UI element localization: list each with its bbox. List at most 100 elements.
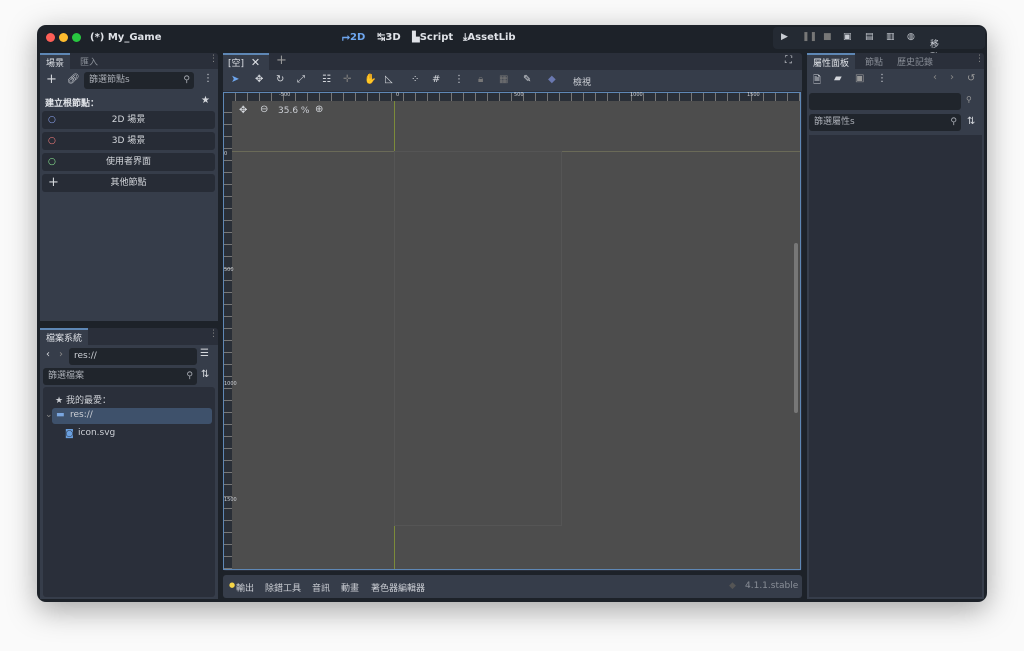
tab-shader-editor[interactable]: 著色器編輯器 — [371, 581, 425, 594]
scale-icon[interactable]: ⤢ — [297, 74, 305, 85]
tab-animation[interactable]: 動畫 — [341, 581, 359, 594]
view-menu[interactable]: 檢視 — [573, 75, 591, 88]
sort-icon[interactable]: ⇅ — [201, 369, 209, 380]
update-spinner-icon: ◆ — [729, 581, 736, 591]
output-dot-icon: ● — [229, 581, 236, 589]
zoom-out-icon[interactable]: ⊖ — [260, 104, 268, 115]
canvas-toolbar: ➤ ✥ ↻ ⤢ ☷ ✛ ✋ ◺ ⁘ # ⋮ 🔒︎ ▦ ✎ ◆ 檢視 — [223, 70, 802, 91]
close-window-button[interactable] — [46, 33, 55, 42]
mode-assetlib[interactable]: ⤓AssetLib — [463, 32, 516, 43]
tree-item-icon-svg[interactable]: icon.svg — [78, 428, 115, 438]
center-view-icon[interactable]: ✥ — [239, 105, 247, 116]
collapse-icon[interactable]: ⌄ — [45, 410, 53, 420]
property-filter-input[interactable]: 篩選屬性s ⚲ — [809, 114, 961, 131]
node-3d-scene-button[interactable]: ○ 3D 場景 — [42, 132, 215, 150]
pan-icon[interactable]: ✋ — [364, 74, 376, 85]
save-icon[interactable]: ▣ — [855, 73, 864, 84]
play-icon[interactable]: ▶ — [781, 32, 788, 42]
close-icon[interactable]: ✕ — [251, 56, 260, 69]
forward-icon[interactable]: › — [59, 349, 63, 360]
new-resource-icon[interactable]: 🗎︎ — [813, 73, 821, 90]
play-scene-icon[interactable]: ▤ — [865, 32, 874, 42]
zoom-level[interactable]: 35.6 % — [278, 106, 309, 116]
godot-icon: ◙ — [65, 429, 74, 439]
node-filter-input[interactable]: 篩選節點s ⚲ — [84, 72, 194, 89]
viewport[interactable]: -500 0 500 1000 1500 0 500 1000 1500 ✥ ⊖… — [223, 92, 801, 570]
dock-menu-icon[interactable]: ⋮ — [209, 54, 218, 64]
chevron-down-icon: ⌄ — [930, 37, 938, 47]
doc-search-icon[interactable]: ⚲ — [966, 95, 972, 104]
window-title: (*) My_Game — [90, 32, 162, 43]
tab-audio[interactable]: 音訊 — [312, 581, 330, 594]
star-icon[interactable]: ★ — [201, 95, 210, 106]
more-icon[interactable]: ⋮ — [203, 73, 213, 84]
tab-scene[interactable]: 場景 — [40, 53, 71, 69]
node-other-button[interactable]: + 其他節點 — [42, 174, 215, 192]
open-folder-icon[interactable]: ▰ — [834, 73, 842, 84]
dock-menu-icon[interactable]: ⋮ — [975, 54, 984, 64]
tab-debugger[interactable]: 除錯工具 — [265, 581, 301, 594]
add-node-icon[interactable]: + — [46, 72, 57, 87]
pause-icon[interactable]: ❚❚ — [802, 32, 817, 42]
play-custom-scene-icon[interactable]: ▥ — [886, 32, 895, 42]
link-icon[interactable]: 🔗︎ — [67, 74, 80, 85]
object-path-field[interactable] — [809, 93, 961, 110]
dock-menu-icon[interactable]: ⋮ — [209, 329, 218, 339]
editor-area: [空] ✕ + ⛶ ➤ ✥ ↻ ⤢ ☷ ✛ ✋ ◺ ⁘ # ⋮ 🔒︎ ▦ ✎ ◆… — [223, 53, 802, 571]
smart-snap-icon[interactable]: ⁘ — [411, 74, 419, 85]
node-ui-button[interactable]: ○ 使用者界面 — [42, 153, 215, 171]
back-icon[interactable]: ‹ — [46, 349, 50, 360]
tree-item-res[interactable]: ▬ res:// — [52, 408, 212, 424]
more-icon[interactable]: ⋮ — [877, 73, 887, 84]
move-icon[interactable]: ✥ — [255, 74, 263, 85]
zoom-in-icon[interactable]: ⊕ — [315, 104, 323, 115]
scrollbar[interactable] — [794, 243, 798, 413]
split-view-icon[interactable]: ☰ — [200, 348, 209, 359]
favorites-row: ★ 我的最愛： — [55, 396, 111, 406]
scene-tab[interactable]: [空] ✕ — [223, 53, 269, 70]
history-icon[interactable]: ↺ — [967, 73, 975, 84]
run-toolbar: ▶ ❚❚ ■ ▣ ▤ ▥ ◍ 移動裝置 ⌄ — [773, 27, 985, 89]
tab-output[interactable]: 輸出 — [236, 581, 254, 594]
lock-icon[interactable]: 🔒︎ — [478, 74, 483, 85]
movie-maker-icon[interactable]: ◍ — [907, 32, 915, 42]
forward-icon[interactable]: › — [950, 72, 954, 83]
stop-icon[interactable]: ■ — [823, 32, 832, 42]
tab-filesystem[interactable]: 檔案系統 — [40, 328, 89, 345]
circle-icon: ○ — [48, 115, 56, 125]
minimize-window-button[interactable] — [59, 33, 68, 42]
bone-icon[interactable]: ✎ — [523, 74, 531, 85]
mode-3d[interactable]: ↹3D — [377, 32, 401, 43]
scene-dock: 場景 匯入 ⋮ + 🔗︎ 篩選節點s ⚲ ⋮ 建立根節點： ★ ○ 2D 場景 ○ 3… — [40, 53, 218, 321]
tab-history[interactable]: 歷史記錄 — [897, 55, 933, 68]
ruler-icon[interactable]: ◺ — [385, 74, 393, 85]
pivot-icon[interactable]: ✛ — [343, 74, 351, 85]
maximize-window-button[interactable] — [72, 33, 81, 42]
rotate-icon[interactable]: ↻ — [276, 74, 284, 85]
node-2d-scene-button[interactable]: ○ 2D 場景 — [42, 111, 215, 129]
file-tree: ★ 我的最愛： ▬ res:// ⌄ ◙ icon.svg — [43, 387, 215, 597]
tab-node[interactable]: 節點 — [865, 55, 883, 68]
remote-debug-icon[interactable]: ▣ — [843, 32, 852, 42]
select-icon[interactable]: ➤ — [231, 74, 239, 85]
sort-icon[interactable]: ⇅ — [967, 116, 975, 127]
group-icon[interactable]: ▦ — [499, 74, 508, 85]
list-select-icon[interactable]: ☷ — [322, 74, 331, 85]
mode-2d[interactable]: ⮣2D — [342, 32, 365, 43]
tab-import[interactable]: 匯入 — [80, 55, 98, 68]
tab-inspector[interactable]: 屬性面板 — [807, 53, 856, 69]
bottom-panel: ● 輸出 除錯工具 音訊 動畫 著色器編輯器 ◆ 4.1.1.stable — [223, 575, 802, 598]
add-tab-icon[interactable]: + — [276, 53, 287, 68]
mode-script[interactable]: ▙Script — [412, 32, 453, 43]
file-filter-input[interactable]: 篩選檔案 ⚲ — [43, 368, 197, 385]
fullscreen-icon[interactable]: ⛶ — [785, 55, 792, 66]
more-icon[interactable]: ⋮ — [454, 74, 464, 85]
camera-override-icon[interactable]: ◆ — [548, 74, 556, 85]
folder-icon: ▬ — [56, 410, 65, 420]
vertical-ruler: 0 500 1000 1500 — [224, 101, 237, 569]
circle-icon: ○ — [48, 136, 56, 146]
grid-snap-icon[interactable]: # — [432, 74, 440, 85]
path-input[interactable]: res:// — [69, 348, 197, 365]
horizontal-ruler: -500 0 500 1000 1500 — [224, 92, 800, 101]
back-icon[interactable]: ‹ — [933, 72, 937, 83]
